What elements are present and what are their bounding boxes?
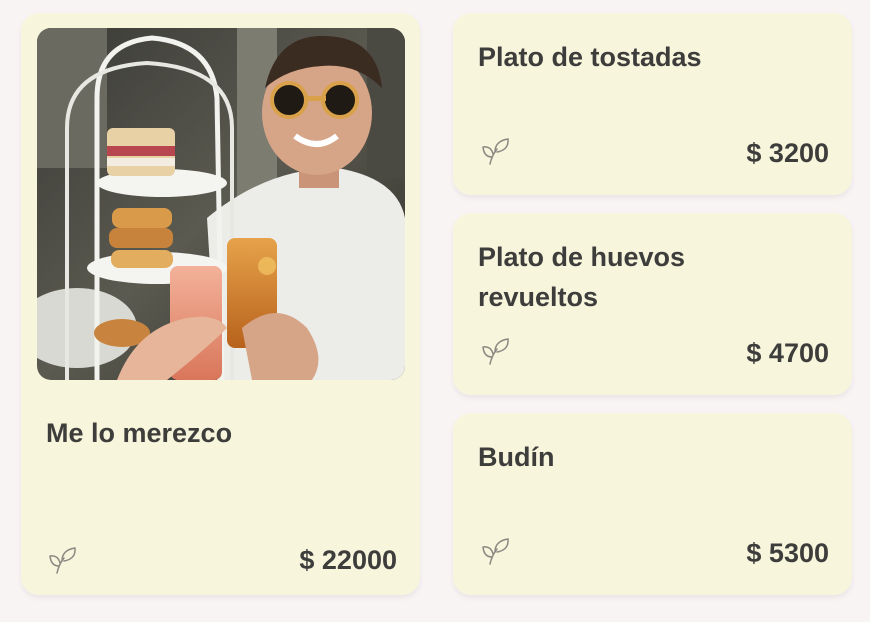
product-price: $ 5300 <box>746 538 829 568</box>
product-card-budin[interactable]: Budín $ 5300 <box>453 413 852 595</box>
leaf-icon <box>47 544 79 576</box>
leaf-icon <box>480 335 512 367</box>
product-price: $ 4700 <box>746 338 829 368</box>
product-card-me-lo-merezco[interactable]: Me lo merezco $ 22000 <box>21 13 420 595</box>
product-photo <box>37 28 405 380</box>
leaf-icon <box>480 535 512 567</box>
product-price: $ 3200 <box>746 138 829 168</box>
product-card-plato-de-tostadas[interactable]: Plato de tostadas $ 3200 <box>453 13 852 195</box>
product-title: Budín <box>478 442 555 472</box>
product-price: $ 22000 <box>299 545 397 575</box>
leaf-icon <box>480 135 512 167</box>
product-title: Plato de tostadas <box>478 42 702 72</box>
product-title: Plato de huevos revueltos <box>478 242 686 312</box>
product-title: Me lo merezco <box>46 418 233 448</box>
product-card-plato-de-huevos-revueltos[interactable]: Plato de huevos revueltos $ 4700 <box>453 213 852 395</box>
